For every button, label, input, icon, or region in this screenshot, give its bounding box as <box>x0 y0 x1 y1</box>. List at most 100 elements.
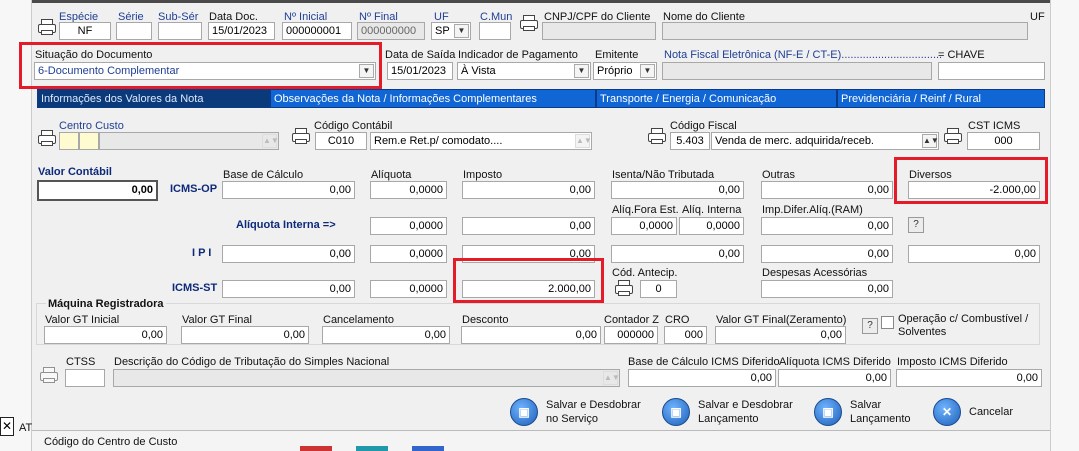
despesas-label: Despesas Acessórias <box>762 267 868 279</box>
highlight-box <box>19 42 382 89</box>
aliq-dif-label: Alíquota ICMS Diferido <box>779 356 891 368</box>
ctss-input[interactable] <box>65 369 105 387</box>
n-inicial-input[interactable]: 000000001 <box>282 22 352 40</box>
printer-icon[interactable] <box>646 127 668 145</box>
printer-icon[interactable] <box>518 14 540 32</box>
centro-custo-input-2[interactable] <box>79 132 99 150</box>
chevron-down-icon[interactable]: ▲▼ <box>922 134 938 148</box>
imposto-input[interactable]: 0,00 <box>462 181 595 199</box>
gt-final-zer-label: Valor GT Final(Zeramento) <box>716 314 847 326</box>
cancelamento-input[interactable]: 0,00 <box>322 326 450 344</box>
cod-antecip-input[interactable]: 0 <box>640 280 677 298</box>
base-dif-input[interactable]: 0,00 <box>628 369 776 387</box>
tab-transporte[interactable]: Transporte / Energia / Comunicação <box>596 89 837 108</box>
save-icon: ▣ <box>510 398 538 426</box>
chevron-down-icon[interactable]: ▲▼ <box>575 134 591 148</box>
especie-input[interactable]: NF <box>59 22 111 40</box>
printer-icon[interactable] <box>36 129 58 147</box>
icms-st-aliquota-input[interactable]: 0,0000 <box>370 280 447 298</box>
nome-cliente-input[interactable] <box>662 22 1028 40</box>
codigo-fiscal-desc-value: Venda de merc. adquirida/receb. <box>715 135 874 147</box>
codigo-contabil-input[interactable]: C010 <box>315 132 367 150</box>
serie-input[interactable] <box>116 22 152 40</box>
codigo-centro-custo-hint: Código do Centro de Custo <box>44 436 178 448</box>
salvar-desdobrar-servico-button[interactable]: ▣ Salvar e Desdobrar no Serviço <box>510 393 660 431</box>
ipi-base-input[interactable]: 0,00 <box>222 245 355 263</box>
aliq-interna-input[interactable]: 0,0000 <box>679 217 744 235</box>
codigo-contabil-desc[interactable]: Rem.e Ret.p/ comodato.... ▲▼ <box>370 132 592 150</box>
cro-label: CRO <box>665 314 690 326</box>
salvar-lancamento-button[interactable]: ▣ Salvar Lançamento <box>814 393 924 431</box>
desconto-label: Desconto <box>462 314 509 326</box>
imp-dif-input[interactable]: 0,00 <box>896 369 1042 387</box>
uf-select[interactable]: SP ▼ <box>431 22 471 40</box>
chave-input[interactable] <box>938 62 1045 80</box>
imp-difer-input[interactable]: 0,00 <box>761 217 893 235</box>
cro-input[interactable]: 000 <box>664 326 707 344</box>
chevron-down-icon[interactable]: ▼ <box>454 24 469 38</box>
salvar-desdobrar-lancamento-button[interactable]: ▣ Salvar e Desdobrar Lançamento <box>662 393 812 431</box>
cst-icms-input[interactable]: 000 <box>967 132 1040 150</box>
tab-previdenciaria[interactable]: Previdenciária / Reinf / Rural <box>837 89 1045 108</box>
data-doc-input[interactable]: 15/01/2023 <box>208 22 275 40</box>
base-calculo-input[interactable]: 0,00 <box>222 181 355 199</box>
nfe-input[interactable] <box>662 62 932 80</box>
ipi-outras-input[interactable]: 0,00 <box>761 245 893 263</box>
chevron-down-icon[interactable]: ▲▼ <box>262 134 278 148</box>
outras-label: Outras <box>762 169 796 181</box>
gt-final-input[interactable]: 0,00 <box>181 326 309 344</box>
combustivel-checkbox[interactable] <box>881 316 894 329</box>
ipi-diversos-input[interactable]: 0,00 <box>908 245 1040 263</box>
aliquota-interna-value[interactable]: 0,00 <box>462 217 595 235</box>
tab-informacoes-valores[interactable]: Informações dos Valores da Nota <box>37 89 270 108</box>
base-dif-label: Base de Cálculo ICMS Diferido <box>628 356 780 368</box>
valor-contabil-input[interactable]: 0,00 <box>37 180 158 201</box>
codigo-fiscal-desc[interactable]: Venda de merc. adquirida/receb. ▲▼ <box>711 132 939 150</box>
ind-pagamento-select[interactable]: À Vista ▼ <box>457 62 591 80</box>
chevron-down-icon[interactable]: ▼ <box>574 64 589 78</box>
tab-label: Transporte / Energia / Comunicação <box>600 93 777 105</box>
aliq-fora-est-input[interactable]: 0,0000 <box>611 217 677 235</box>
outras-input[interactable]: 0,00 <box>761 181 893 199</box>
ipi-aliquota-input[interactable]: 0,0000 <box>370 245 447 263</box>
data-saida-input[interactable]: 15/01/2023 <box>387 62 453 80</box>
descricao-simples-input[interactable]: ▲▼ <box>113 369 620 387</box>
cst-icms-label: CST ICMS <box>968 120 1021 132</box>
centro-custo-desc[interactable]: ▲▼ <box>99 132 279 150</box>
chevron-down-icon[interactable]: ▲▼ <box>603 371 619 385</box>
tab-observacoes[interactable]: Observações da Nota / Informações Comple… <box>270 89 596 108</box>
centro-custo-input-1[interactable] <box>59 132 79 150</box>
gt-inicial-input[interactable]: 0,00 <box>44 326 167 344</box>
n-final-input[interactable]: 000000000 <box>357 22 425 40</box>
printer-icon[interactable] <box>613 279 635 297</box>
subserie-input[interactable] <box>158 22 202 40</box>
uf2-label: UF <box>1030 11 1045 23</box>
cancelar-button[interactable]: ✕ Cancelar <box>933 393 1033 431</box>
help-button[interactable]: ? <box>862 318 878 334</box>
help-button[interactable]: ? <box>908 217 924 233</box>
gt-final-zer-input[interactable]: 0,00 <box>715 326 846 344</box>
codigo-fiscal-input[interactable]: 5.403 <box>670 132 710 150</box>
printer-icon[interactable] <box>38 366 60 384</box>
cnpj-input[interactable] <box>542 22 656 40</box>
printer-icon[interactable] <box>36 18 58 36</box>
uf-value: SP <box>435 25 450 37</box>
isenta-label: Isenta/Não Tributada <box>612 169 715 181</box>
aliquota-input[interactable]: 0,0000 <box>370 181 447 199</box>
chevron-down-icon[interactable]: ▼ <box>640 64 655 78</box>
aliq-dif-input[interactable]: 0,00 <box>778 369 891 387</box>
base-calculo-label: Base de Cálculo <box>223 169 304 181</box>
aliquota-interna-input[interactable]: 0,0000 <box>370 217 447 235</box>
printer-icon[interactable] <box>942 127 964 145</box>
desconto-input[interactable]: 0,00 <box>461 326 601 344</box>
cmun-input[interactable] <box>479 22 511 40</box>
despesas-input[interactable]: 0,00 <box>761 280 893 298</box>
emitente-label: Emitente <box>595 49 639 61</box>
close-box[interactable]: ✕ <box>0 417 14 436</box>
isenta-input[interactable]: 0,00 <box>611 181 744 199</box>
contador-z-input[interactable]: 000000 <box>604 326 658 344</box>
ipi-isenta-input[interactable]: 0,00 <box>611 245 744 263</box>
emitente-select[interactable]: Próprio ▼ <box>593 62 657 80</box>
icms-st-base-input[interactable]: 0,00 <box>222 280 355 298</box>
printer-icon[interactable] <box>290 127 312 145</box>
